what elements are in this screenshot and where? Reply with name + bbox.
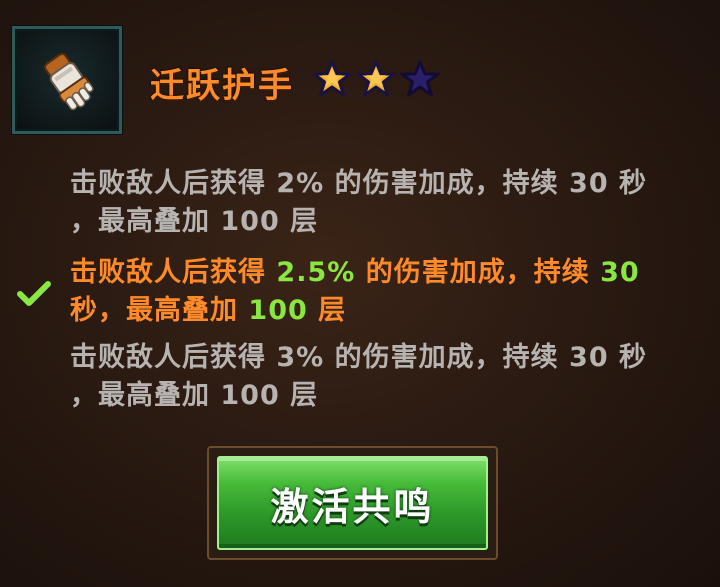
checkmark-icon <box>17 281 51 306</box>
star-rating <box>312 60 440 98</box>
level-3-line-1: 击败敌人后获得 3% 的伤害加成，持续 30 秒 <box>70 342 648 373</box>
level-2-line-2: 秒，最高叠加 100 层 <box>70 292 700 330</box>
max-stack-value: 100 <box>248 295 308 326</box>
level-1-line-1: 击败敌人后获得 2% 的伤害加成，持续 30 秒 <box>70 168 648 199</box>
duration-value: 30 <box>600 257 640 288</box>
activate-button-frame: 激活共鸣 <box>207 446 498 560</box>
level-2-line-1: 击败敌人后获得 2.5% 的伤害加成，持续 30 <box>70 254 700 292</box>
item-name: 迁跃护手 <box>150 66 294 106</box>
activate-resonance-label: 激活共鸣 <box>270 484 435 529</box>
text-segment: 的伤害加成，持续 <box>355 257 601 288</box>
level-2-description-active: 击败敌人后获得 2.5% 的伤害加成，持续 30 秒，最高叠加 100 层 <box>70 254 700 330</box>
star-filled-icon <box>312 60 352 98</box>
level-3-description: 击败敌人后获得 3% 的伤害加成，持续 30 秒 ，最高叠加 100 层 <box>70 339 700 415</box>
activate-resonance-button[interactable]: 激活共鸣 <box>217 456 488 550</box>
level-1-line-2: ，最高叠加 100 层 <box>70 206 319 237</box>
item-icon-frame[interactable] <box>12 26 122 134</box>
damage-bonus-value: 2.5% <box>276 257 356 288</box>
text-segment: 层 <box>307 295 347 326</box>
text-segment: 击败敌人后获得 <box>70 257 277 288</box>
level-1-description: 击败敌人后获得 2% 的伤害加成，持续 30 秒 ，最高叠加 100 层 <box>70 165 700 241</box>
star-filled-icon <box>356 60 396 98</box>
item-detail-panel: 迁跃护手 击败敌人后获得 2% 的伤害加成，持续 30 秒 ，最高叠加 100 … <box>0 0 720 587</box>
star-empty-icon <box>400 60 440 98</box>
level-3-line-2: ，最高叠加 100 层 <box>70 380 319 411</box>
text-segment: 秒，最高叠加 <box>70 295 249 326</box>
gauntlet-icon <box>44 52 94 111</box>
